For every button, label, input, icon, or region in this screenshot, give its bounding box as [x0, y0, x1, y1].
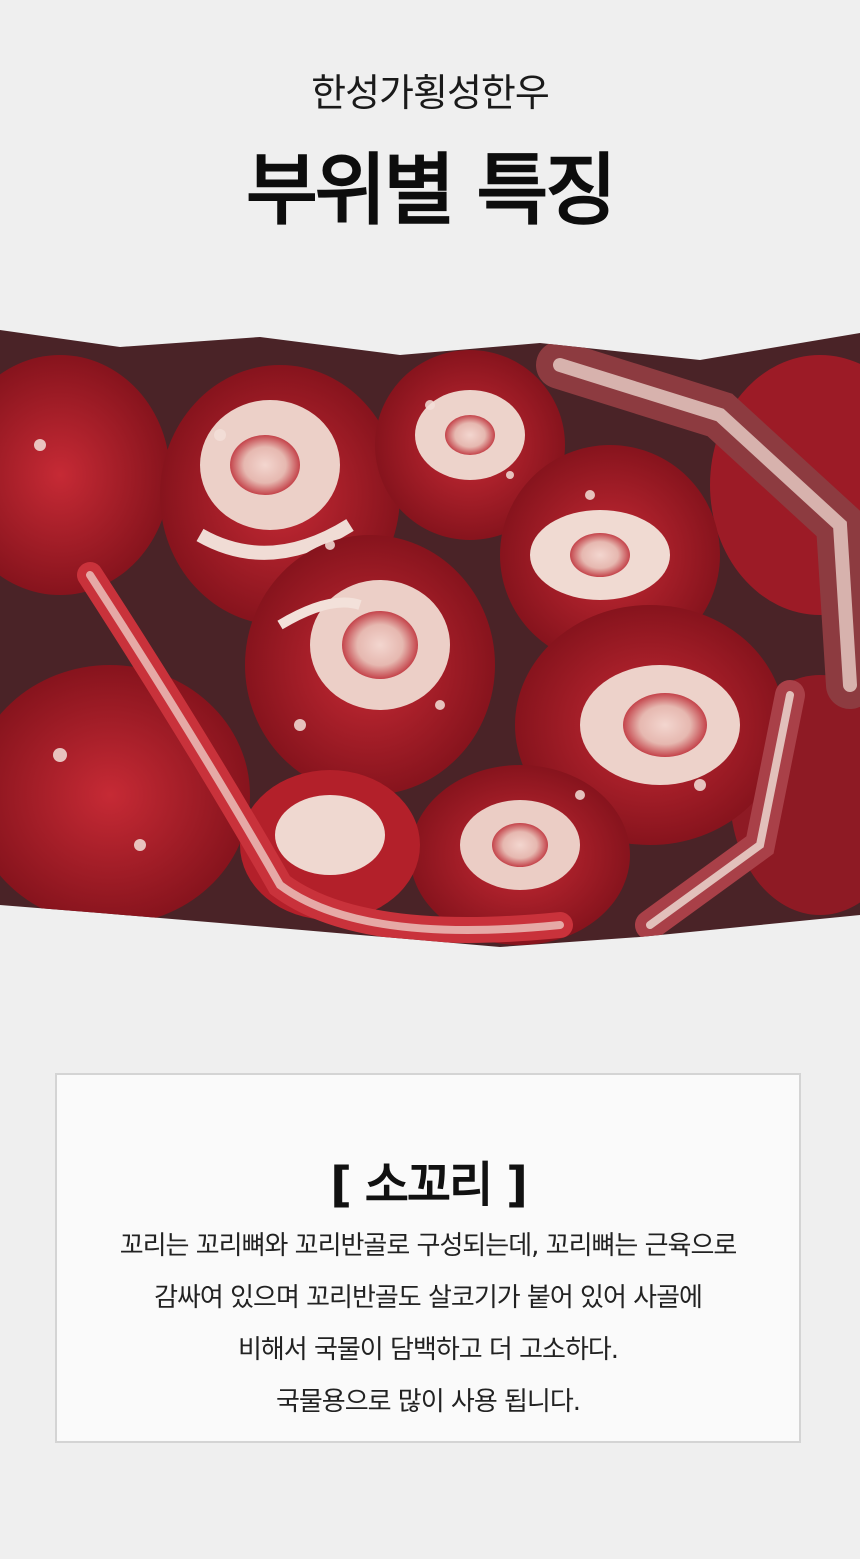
description-text: 꼬리는 꼬리뼈와 꼬리반골로 구성되는데, 꼬리뼈는 근육으로 감싸여 있으며 … — [57, 1220, 799, 1428]
brand-name: 한성가횡성한우 — [311, 71, 550, 115]
description-line: 감싸여 있으며 꼬리반골도 살코기가 붙어 있어 사골에 — [154, 1283, 703, 1313]
description-line: 꼬리는 꼬리뼈와 꼬리반골로 구성되는데, 꼬리뼈는 근육으로 — [119, 1231, 738, 1261]
part-name-heading: [ 소꼬리 ] — [330, 1157, 528, 1213]
page-title: 부위별 특징 — [246, 146, 617, 236]
description-line: 비해서 국물이 담백하고 더 고소하다. — [237, 1335, 619, 1365]
description-card: [ 소꼬리 ] 꼬리는 꼬리뼈와 꼬리반골로 구성되는데, 꼬리뼈는 근육으로 … — [55, 1073, 801, 1443]
oxtail-photo — [0, 325, 860, 955]
description-line: 국물용으로 많이 사용 됩니다. — [275, 1387, 581, 1417]
